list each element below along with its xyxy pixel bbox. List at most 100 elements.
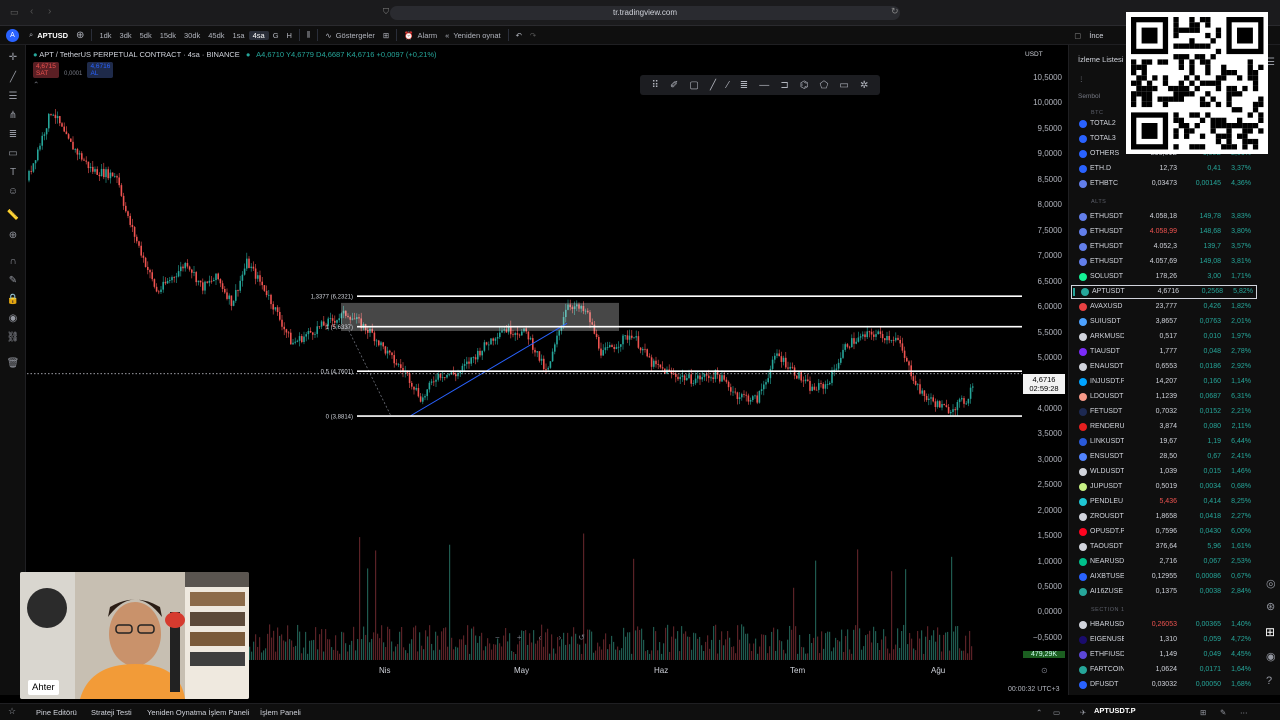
templates-icon[interactable]: ⊞ [379, 31, 393, 40]
watchlist-row[interactable]: AI16ZUSE 0,1375 0,0038 2,84% [1069, 585, 1280, 599]
watchlist-row[interactable]: NEARUSD 2,716 0,067 2,53% [1069, 555, 1280, 569]
url-bar[interactable]: tr.tradingview.com [390, 6, 900, 20]
fib-tool-icon[interactable]: ≣ [740, 80, 748, 91]
zoom-out-icon[interactable]: − [495, 633, 500, 647]
utc-clock[interactable]: 00:00:32 UTC+3 [1008, 686, 1060, 693]
eye-icon[interactable]: ◉ [6, 312, 20, 326]
row-flag[interactable] [1071, 135, 1073, 143]
watchlist-row[interactable]: FETUSDT 0,7032 0,0152 2,21% [1069, 405, 1280, 419]
drag-handle-icon[interactable]: ⠿ [652, 80, 659, 91]
row-flag[interactable] [1071, 498, 1073, 506]
timeframe-1dk[interactable]: 1dk [95, 31, 115, 40]
watchlist-row[interactable]: ENSUSDT 28,50 0,67 2,41% [1069, 450, 1280, 464]
ideas-icon[interactable]: ⊛ [1266, 600, 1275, 613]
row-flag[interactable] [1071, 438, 1073, 446]
watchlist-row[interactable]: EIGENUSE 1,310 0,059 4,72% [1069, 633, 1280, 647]
link-icon[interactable]: ⛓ [6, 331, 20, 345]
zoom-in-icon[interactable]: + [517, 633, 522, 647]
layout-icon[interactable]: ▢ [1070, 31, 1085, 40]
timeframe-3dk[interactable]: 3dk [116, 31, 136, 40]
apps-grid-icon[interactable]: ⊞ [1265, 625, 1275, 639]
legend-collapse-icon[interactable]: ⌃ [33, 80, 437, 89]
watchlist-row[interactable]: ENAUSDT 0,6553 0,0186 2,92% [1069, 360, 1280, 374]
magnet-icon[interactable]: ∩ [6, 255, 20, 269]
watchlist-row[interactable]: PENDLEU 5,436 0,414 8,25% [1069, 495, 1280, 509]
timeframe-45dk[interactable]: 45dk [204, 31, 228, 40]
row-flag[interactable] [1071, 681, 1073, 689]
grid-icon[interactable]: ⊞ [1200, 708, 1206, 717]
symbol-search-icon[interactable]: ⌕ [25, 30, 37, 40]
row-flag[interactable] [1071, 303, 1073, 311]
row-flag[interactable] [1071, 588, 1073, 596]
row-flag[interactable] [1071, 348, 1073, 356]
row-flag[interactable] [1071, 468, 1073, 476]
row-flag[interactable] [1071, 513, 1073, 521]
trash-icon[interactable]: 🗑 [6, 357, 20, 371]
watchlist-row[interactable]: ETHFIUSD 1,149 0,049 4,45% [1069, 648, 1280, 662]
row-flag[interactable] [1071, 636, 1073, 644]
watchlist-row[interactable]: SOLUSDT 178,26 3,00 1,71% [1069, 270, 1280, 284]
timeframe-15dk[interactable]: 15dk [156, 31, 180, 40]
collapse-icon[interactable]: ⌃ [1036, 708, 1042, 717]
watchlist-row[interactable]: ZROUSDT 1,8658 0,0418 2,27% [1069, 510, 1280, 524]
text-icon[interactable]: T [6, 166, 20, 180]
buy-button[interactable]: 4,6716 AL [87, 62, 114, 78]
forward-icon[interactable]: › [48, 6, 51, 17]
row-flag[interactable] [1071, 363, 1073, 371]
more-icon[interactable]: ⋯ [1240, 708, 1248, 717]
row-flag[interactable] [1071, 666, 1073, 674]
row-flag[interactable] [1071, 528, 1073, 536]
horizontal-lines-icon[interactable]: ☰ [6, 90, 20, 104]
row-flag[interactable] [1071, 180, 1073, 188]
zoom-icon[interactable]: ⊕ [6, 229, 20, 243]
indicators-icon[interactable]: ∿ [321, 31, 335, 40]
rectangle-icon[interactable]: ▢ [689, 80, 698, 91]
pitchfork-icon[interactable]: ⋔ [6, 109, 20, 123]
watchlist-row[interactable]: SUIUSDT 3,8657 0,0763 2,01% [1069, 315, 1280, 329]
crosshair-icon[interactable]: ✛ [6, 51, 20, 65]
row-flag[interactable] [1071, 228, 1073, 236]
watchlist-row[interactable]: TAOUSDT 376,64 5,96 1,61% [1069, 540, 1280, 554]
reset-icon[interactable]: ↺ [578, 633, 585, 647]
timeframe-4sa[interactable]: 4sa [248, 30, 269, 40]
user-avatar[interactable]: A [6, 28, 19, 42]
watchlist-row[interactable]: RENDERU 3,874 0,080 2,11% [1069, 420, 1280, 434]
scroll-left-icon[interactable]: ‹ [539, 633, 542, 647]
watchlist-row[interactable]: ETHUSDT 4.058,18 149,78 3,83% [1069, 210, 1280, 224]
row-flag[interactable] [1071, 273, 1073, 281]
line-icon[interactable]: ╱ [710, 80, 716, 91]
row-flag[interactable] [1071, 120, 1073, 128]
watchlist-row[interactable]: ETH.D 12,73 0,41 3,37% [1069, 162, 1280, 176]
replay-icon[interactable]: « [441, 31, 453, 40]
watchlist-row[interactable]: INJUSDT.P 14,207 0,160 1,14% [1069, 375, 1280, 389]
target-icon[interactable]: ◎ [1266, 577, 1276, 590]
watchlist-row[interactable]: ETHBTC 0,03473 0,00145 4,36% [1069, 177, 1280, 191]
row-flag[interactable] [1073, 288, 1075, 296]
trend-line[interactable] [409, 322, 568, 417]
watchlist-section-header[interactable]: SECTION 1 [1091, 607, 1125, 613]
watchlist-section-header[interactable]: BTC [1091, 110, 1104, 116]
pencil-lock-icon[interactable]: ✎ [6, 274, 20, 288]
currency-selector[interactable]: USDT [1025, 51, 1043, 58]
sell-button[interactable]: 4,6715 SAT [33, 62, 59, 78]
row-flag[interactable] [1071, 483, 1073, 491]
price-axis[interactable]: USDT 10,5000 10,0000 9,5000 9,0000 8,5000 8,0… [1022, 45, 1067, 665]
compare-add-icon[interactable]: ⊕ [72, 30, 88, 41]
symbol-info-icon[interactable]: ✈ [1080, 708, 1086, 717]
row-flag[interactable] [1071, 150, 1073, 158]
watchlist-menu-icon[interactable]: ⋮ [1078, 75, 1085, 83]
alarm-icon[interactable]: ⏰ [400, 31, 417, 40]
sidebar-toggle-icon[interactable]: ▭ [10, 7, 19, 18]
timeframe-1sa[interactable]: 1sa [229, 31, 249, 40]
watchlist-title[interactable]: İzleme Listesi [1078, 55, 1123, 64]
watchlist-row[interactable]: LINKUSDT 19,67 1,19 6,44% [1069, 435, 1280, 449]
watchlist-row[interactable]: WLDUSDT 1,039 0,015 1,46% [1069, 465, 1280, 479]
note-icon[interactable]: ▭ [839, 80, 848, 91]
pen-icon[interactable]: ✐ [670, 80, 678, 91]
bracket-icon[interactable]: ⊐ [780, 80, 788, 91]
watchlist-row[interactable]: ETHUSDT 4.057,69 149,08 3,81% [1069, 255, 1280, 269]
strategy-tester-tab[interactable]: Strateji Testi [91, 708, 132, 717]
row-flag[interactable] [1071, 408, 1073, 416]
redo-icon[interactable]: ↷ [526, 31, 540, 40]
trendline-icon[interactable]: ╱ [6, 71, 20, 85]
